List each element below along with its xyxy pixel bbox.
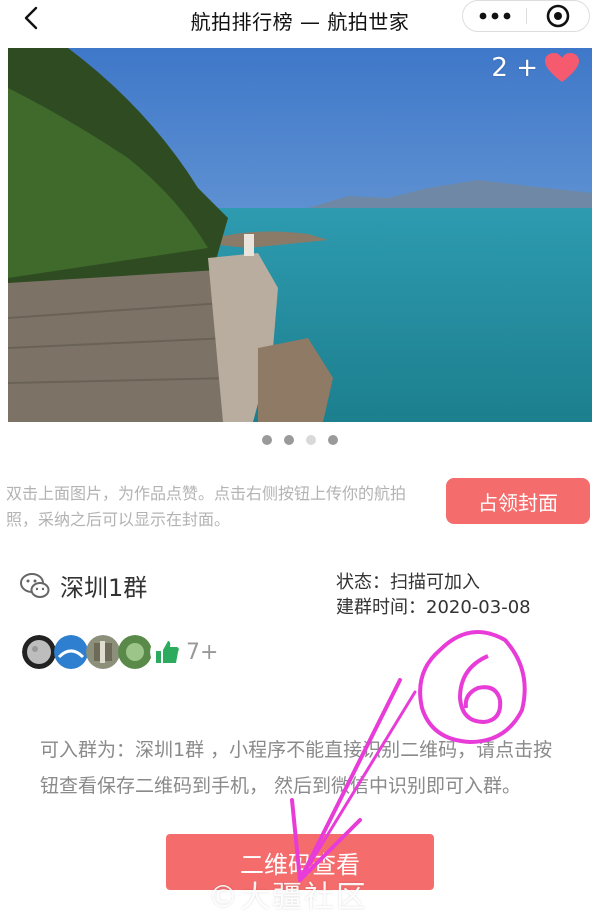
more-dots-icon xyxy=(479,12,511,20)
close-mini-program-button[interactable] xyxy=(527,1,589,31)
heart-icon[interactable] xyxy=(544,52,580,84)
join-status: 状态：扫描可加入 xyxy=(336,572,480,593)
avatar xyxy=(86,635,120,669)
navigation-bar: 航拍排行榜 — 航拍世家 xyxy=(0,0,600,40)
carousel-indicator xyxy=(0,435,600,445)
upload-hint-text: 双击上面图片，为作品点赞。点击右侧按钮上传你的航拍照，采纳之后可以显示在封面。 xyxy=(6,484,407,529)
annotation-circle xyxy=(418,630,527,745)
carousel-dot[interactable] xyxy=(262,435,272,445)
group-status: 状态：扫描可加入 建群时间：2020-03-08 xyxy=(336,570,531,620)
mini-program-capsule xyxy=(462,0,590,32)
avatar xyxy=(54,635,88,669)
join-instructions: 可入群为：深圳1群 ，小程序不能直接识别二维码，请点击按钮查看保存二维码到手机，… xyxy=(40,739,553,797)
member-avatars[interactable]: 7+ xyxy=(22,635,218,669)
likes-counter: 2 + xyxy=(491,52,580,84)
carousel-dot[interactable] xyxy=(328,435,338,445)
extra-members-count: 7+ xyxy=(186,639,219,665)
more-button[interactable] xyxy=(463,1,526,31)
target-icon xyxy=(546,4,570,28)
cover-photo[interactable]: 2 + xyxy=(8,48,592,422)
avatar xyxy=(150,635,184,669)
occupy-cover-button[interactable]: 占领封面 xyxy=(446,478,590,524)
likes-count: 2 + xyxy=(491,53,538,83)
carousel-dot-active[interactable] xyxy=(306,435,316,445)
watermark: ©大疆社区 xyxy=(208,880,368,915)
annotation-digit xyxy=(457,654,503,725)
avatar xyxy=(22,635,56,669)
wechat-icon xyxy=(20,573,50,598)
carousel-dot[interactable] xyxy=(284,435,294,445)
coastal-landscape-image xyxy=(8,48,592,422)
avatar xyxy=(118,635,152,669)
created-date: 建群时间：2020-03-08 xyxy=(336,597,531,618)
group-name: 深圳1群 xyxy=(60,574,148,602)
